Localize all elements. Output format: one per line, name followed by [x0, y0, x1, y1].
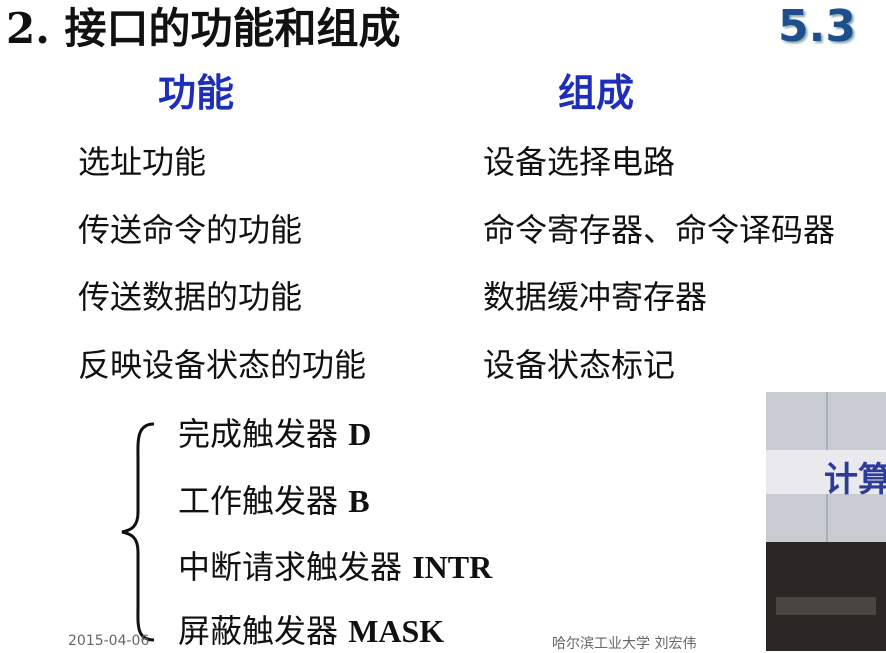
flip-flop-symbol: D — [348, 416, 372, 452]
flip-flop-item: 中断请求触发器 INTR — [178, 547, 492, 587]
footer-date: 2015-04-06 — [68, 633, 150, 649]
curly-brace-icon — [121, 422, 155, 642]
footer-institution: 哈尔滨工业大学 刘宏伟 — [552, 636, 697, 652]
flip-flop-name: 屏蔽触发器 — [178, 612, 339, 650]
flip-flop-item: 屏蔽触发器 MASK — [178, 611, 444, 651]
function-item: 传送命令的功能 — [78, 211, 303, 249]
function-column-header: 功能 — [158, 70, 235, 115]
component-item: 设备状态标记 — [483, 346, 676, 384]
flip-flop-name: 工作触发器 — [178, 482, 339, 520]
flip-flop-item: 工作触发器 B — [178, 481, 370, 521]
flip-flop-item: 完成触发器 D — [178, 414, 371, 454]
function-item: 传送数据的功能 — [78, 278, 303, 316]
flip-flop-symbol: B — [348, 483, 370, 519]
video-banner-text: 计算 — [824, 460, 886, 500]
flip-flop-name: 中断请求触发器 — [178, 548, 403, 586]
slide-title: 2. 接口的功能和组成 — [6, 4, 401, 53]
video-banner: 计算 — [766, 450, 886, 500]
component-item: 设备选择电路 — [483, 143, 676, 181]
flip-flop-name: 完成触发器 — [178, 415, 339, 453]
function-item: 选址功能 — [78, 143, 207, 181]
component-item: 数据缓冲寄存器 — [483, 278, 708, 316]
flip-flop-symbol: INTR — [412, 549, 493, 585]
section-number: 5.3 — [778, 1, 856, 52]
component-item: 命令寄存器、命令译码器 — [483, 211, 836, 249]
flip-flop-symbol: MASK — [348, 613, 445, 649]
component-column-header: 组成 — [558, 70, 635, 115]
function-item: 反映设备状态的功能 — [78, 346, 367, 384]
lecturer-video-overlay: 计算 — [766, 392, 886, 651]
